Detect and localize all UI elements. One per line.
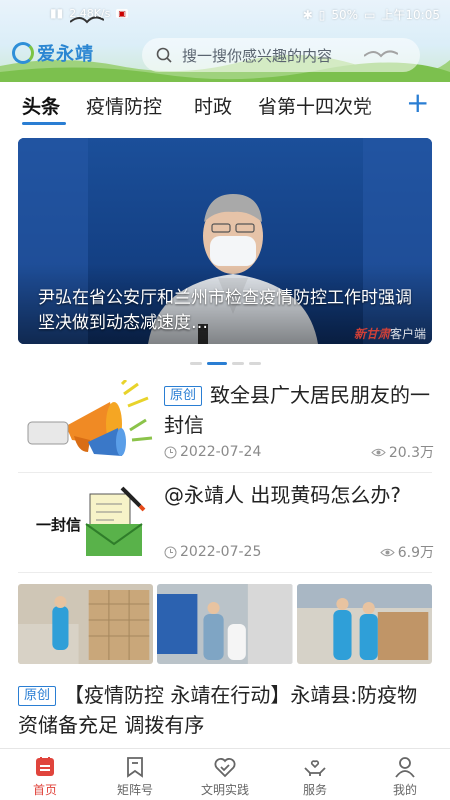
search-bar[interactable]: 搜一搜你感兴趣的内容 [142,38,420,72]
warehouse-photo [296,584,432,664]
view-count: 6.9万 [380,542,434,562]
eye-icon [380,548,395,556]
envelope-icon: 一封信 [36,486,146,556]
feature-news-title[interactable]: 原创 【疫情防控 永靖在行动】永靖县:防疫物资储备充足 调拨有序 [18,680,432,740]
active-tab-indicator [22,122,66,125]
eye-icon [371,448,386,456]
vibrate-icon: ▯ [318,7,326,22]
carousel-dot[interactable] [249,362,261,365]
view-count-text: 20.3万 [388,445,434,461]
category-tabs: 头条 疫情防控 时政 省第十四次党 + [0,82,450,126]
add-channel-icon[interactable]: + [406,86,429,120]
carousel-dot[interactable] [190,362,202,365]
feature-title-text: 【疫情防控 永靖在行动】永靖县:防疫物资储备充足 调拨有序 [18,683,418,737]
hands-heart-icon [304,760,326,776]
nav-service[interactable]: 服务 [270,749,360,800]
home-icon [36,757,54,776]
warehouse-photo [18,584,154,664]
news-title-text: 致全县广大居民朋友的一封信 [164,383,431,437]
search-placeholder: 搜一搜你感兴趣的内容 [182,46,333,65]
nav-civilization-label: 文明实践 [200,783,249,797]
nav-profile-label: 我的 [392,783,417,797]
nav-civilization[interactable]: 文明实践 [180,749,270,800]
nav-service-label: 服务 [302,783,327,797]
nav-home-label: 首页 [32,783,57,797]
publish-date-text: 2022-07-24 [180,444,262,460]
original-tag: 原创 [164,386,203,406]
network-speed: 2.48K/s [69,6,111,20]
tab-headlines[interactable]: 头条 [22,92,60,119]
warehouse-photo [157,584,293,664]
watermark-suffix: 客户端 [389,327,426,341]
logo-mark-icon [12,42,34,64]
publish-date: 2022-07-24 [164,442,261,462]
warehouse-photo-image [18,584,154,664]
banner-watermark: 新甘肃客户端 [354,325,426,342]
battery-icon: ▭ [364,7,376,22]
watermark-brand: 新甘肃 [353,327,390,341]
view-count: 20.3万 [371,442,434,462]
signal-icon: ▮▮ [50,6,64,20]
sim-icon: ▣ [116,8,128,18]
divider [18,472,432,473]
carousel-dot[interactable] [232,362,244,365]
news-item[interactable]: 一封信 @永靖人 出现黄码怎么办? 2022-07-25 6.9万 [18,480,434,566]
original-tag: 原创 [18,686,57,706]
search-icon [156,47,172,63]
news-title: @永靖人 出现黄码怎么办? [164,483,401,507]
bookmark-icon [127,757,143,778]
bluetooth-icon: ✱ [302,7,313,22]
publish-date-text: 2022-07-25 [180,544,262,560]
view-count-text: 6.9万 [397,545,434,561]
clock-icon [164,546,177,558]
tab-fade [360,82,400,126]
status-bar: ▮▮ 2.48K/s ▣ ✱ ▯ 50% ▭ 上午10:05 [0,4,450,24]
app-logo[interactable]: 爱永靖 [12,40,94,66]
user-icon [395,757,415,778]
tab-epidemic-prevention[interactable]: 疫情防控 [86,92,162,119]
battery-percent: 50% [331,7,359,22]
news-title: 原创 致全县广大居民朋友的一封信 [164,380,436,440]
clock-icon [164,446,177,458]
app-header: ▮▮ 2.48K/s ▣ ✱ ▯ 50% ▭ 上午10:05 爱永靖 搜一搜你感… [0,0,450,82]
thumb-label: 一封信 [36,516,81,534]
nav-matrix[interactable]: 矩阵号 [90,749,180,800]
warehouse-photo-image [157,584,293,664]
tab-party-congress[interactable]: 省第十四次党 [258,92,372,119]
nav-matrix-label: 矩阵号 [116,783,153,797]
heart-icon [214,758,236,778]
carousel-indicator [190,362,261,365]
headline-banner[interactable]: 尹弘在省公安厅和兰州市检查疫情防控工作时强调 坚决做到动态减速度… 新甘肃客户端 [18,138,432,344]
news-item[interactable]: 原创 致全县广大居民朋友的一封信 2022-07-24 20.3万 [18,380,434,466]
divider [18,572,432,573]
news-meta: 2022-07-25 6.9万 [164,542,434,562]
megaphone-icon [27,380,153,456]
clock: 上午10:05 [381,8,440,22]
carousel-dot-active[interactable] [207,362,227,365]
photo-grid[interactable] [18,584,432,664]
publish-date: 2022-07-25 [164,542,261,562]
logo-text: 爱永靖 [37,44,94,65]
nav-home[interactable]: 首页 [0,749,90,800]
bottom-navigation: 首页 矩阵号 文明实践 服务 我的 [0,748,450,800]
nav-profile[interactable]: 我的 [360,749,450,800]
warehouse-photo-image [296,584,432,664]
news-meta: 2022-07-24 20.3万 [164,442,434,462]
tab-politics[interactable]: 时政 [194,92,232,119]
